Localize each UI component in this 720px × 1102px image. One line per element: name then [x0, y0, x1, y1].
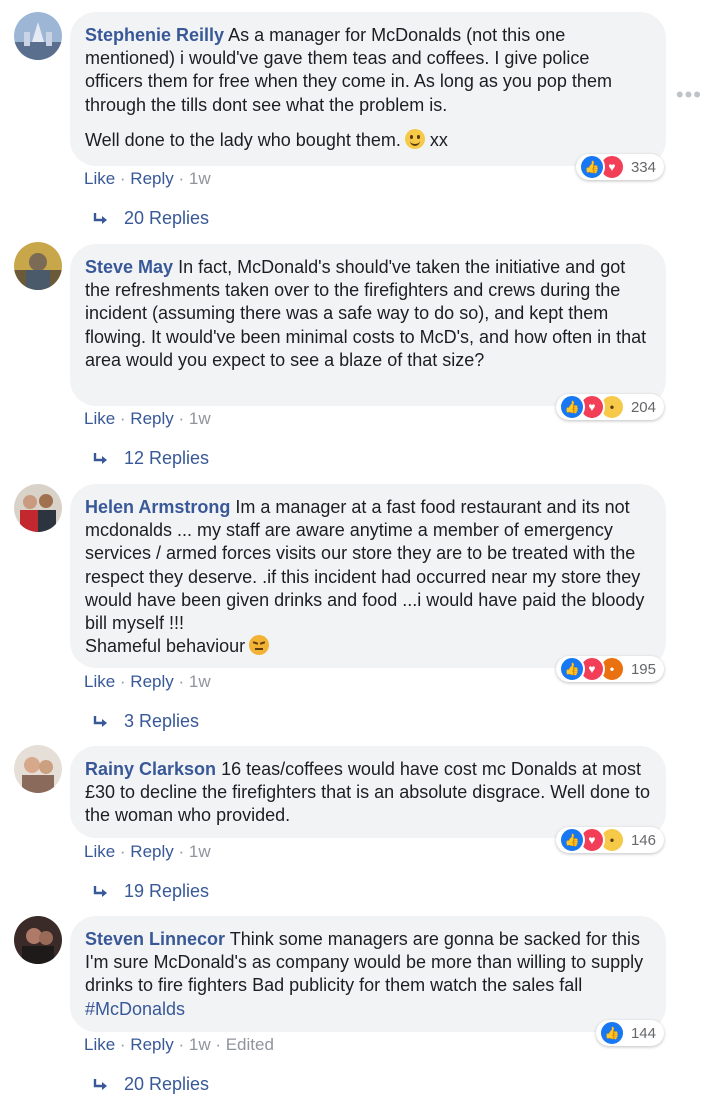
replies-count[interactable]: 3 Replies	[124, 711, 199, 732]
reply-link[interactable]: Reply	[130, 672, 173, 691]
comment-actions: Like · Reply · 1w · Edited	[84, 1035, 274, 1054]
replies-count[interactable]: 20 Replies	[124, 208, 209, 229]
comment-author[interactable]: Steven Linnecor	[85, 929, 225, 949]
like-reaction-icon: 👍	[598, 1020, 625, 1046]
comment-text: Im a manager at a fast food restaurant a…	[85, 497, 645, 657]
reaction-count: 146	[630, 831, 656, 849]
comment-actions: Like · Reply · 1w	[84, 169, 211, 188]
view-replies-link[interactable]: 20 Replies	[92, 208, 209, 229]
avatar[interactable]	[14, 12, 62, 60]
comment-timestamp[interactable]: 1w	[189, 1035, 211, 1054]
reply-arrow-icon	[93, 1078, 107, 1090]
reply-arrow-icon	[93, 715, 107, 727]
hashtag-link[interactable]: #McDonalds	[85, 999, 185, 1019]
avatar[interactable]	[14, 916, 62, 964]
reaction-count: 204	[630, 398, 656, 416]
comment-bubble: Helen Armstrong Im a manager at a fast f…	[70, 484, 666, 668]
comment-bubble: Steven Linnecor Think some managers are …	[70, 916, 666, 1032]
reaction-count: 195	[630, 660, 656, 678]
comment-actions: Like · Reply · 1w	[84, 409, 211, 428]
reply-arrow-icon	[93, 885, 107, 897]
like-link[interactable]: Like	[84, 672, 115, 691]
comment-text-trailing: xx	[429, 129, 448, 150]
edited-label[interactable]: Edited	[226, 1035, 274, 1054]
avatar[interactable]	[14, 745, 62, 793]
comment-timestamp[interactable]: 1w	[189, 409, 211, 428]
reaction-count: 144	[630, 1024, 656, 1042]
like-reaction-icon: 👍	[558, 394, 585, 420]
avatar[interactable]	[14, 484, 62, 532]
comment-timestamp[interactable]: 1w	[189, 842, 211, 861]
replies-count[interactable]: 20 Replies	[124, 1074, 209, 1095]
comment-timestamp[interactable]: 1w	[189, 672, 211, 691]
reply-arrow-icon	[93, 212, 107, 224]
comment-author[interactable]: Stephenie Reilly	[85, 25, 224, 45]
comment-author[interactable]: Rainy Clarkson	[85, 759, 216, 779]
reply-link[interactable]: Reply	[130, 169, 173, 188]
reaction-count: 334	[630, 158, 656, 176]
comment-author[interactable]: Helen Armstrong	[85, 497, 230, 517]
reactions-summary[interactable]: 👍 ♥ • 146	[555, 827, 664, 853]
reply-link[interactable]: Reply	[130, 1035, 173, 1054]
like-reaction-icon: 👍	[558, 656, 585, 682]
replies-count[interactable]: 12 Replies	[124, 448, 209, 469]
like-reaction-icon: 👍	[558, 827, 585, 853]
like-reaction-icon: 👍	[578, 154, 605, 180]
like-link[interactable]: Like	[84, 842, 115, 861]
reply-link[interactable]: Reply	[130, 842, 173, 861]
comment-timestamp[interactable]: 1w	[189, 169, 211, 188]
angry-emoji-icon	[249, 635, 270, 656]
reactions-summary[interactable]: 👍 144	[595, 1020, 664, 1046]
comment-actions: Like · Reply · 1w	[84, 842, 211, 861]
view-replies-link[interactable]: 19 Replies	[92, 881, 209, 902]
more-options-icon[interactable]: •••	[676, 82, 702, 108]
comment-bubble: Rainy Clarkson 16 teas/coffees would hav…	[70, 746, 666, 838]
avatar[interactable]	[14, 242, 62, 290]
reactions-summary[interactable]: 👍 ♥ • 204	[555, 394, 664, 420]
like-link[interactable]: Like	[84, 1035, 115, 1054]
reply-link[interactable]: Reply	[130, 409, 173, 428]
reactions-summary[interactable]: 👍 ♥ • 195	[555, 656, 664, 682]
replies-count[interactable]: 19 Replies	[124, 881, 209, 902]
comment-bubble: Stephenie Reilly As a manager for McDona…	[70, 12, 666, 166]
smile-emoji-icon	[404, 128, 425, 149]
view-replies-link[interactable]: 20 Replies	[92, 1074, 209, 1095]
comment-bubble: Steve May In fact, McDonald's should've …	[70, 244, 666, 406]
comment-actions: Like · Reply · 1w	[84, 672, 211, 691]
view-replies-link[interactable]: 3 Replies	[92, 711, 199, 732]
comment-text: Well done to the lady who bought them.	[85, 129, 401, 150]
reactions-summary[interactable]: 👍 ♥ 334	[575, 154, 664, 180]
reply-arrow-icon	[93, 452, 107, 464]
like-link[interactable]: Like	[84, 409, 115, 428]
comment-author[interactable]: Steve May	[85, 257, 173, 277]
view-replies-link[interactable]: 12 Replies	[92, 448, 209, 469]
like-link[interactable]: Like	[84, 169, 115, 188]
